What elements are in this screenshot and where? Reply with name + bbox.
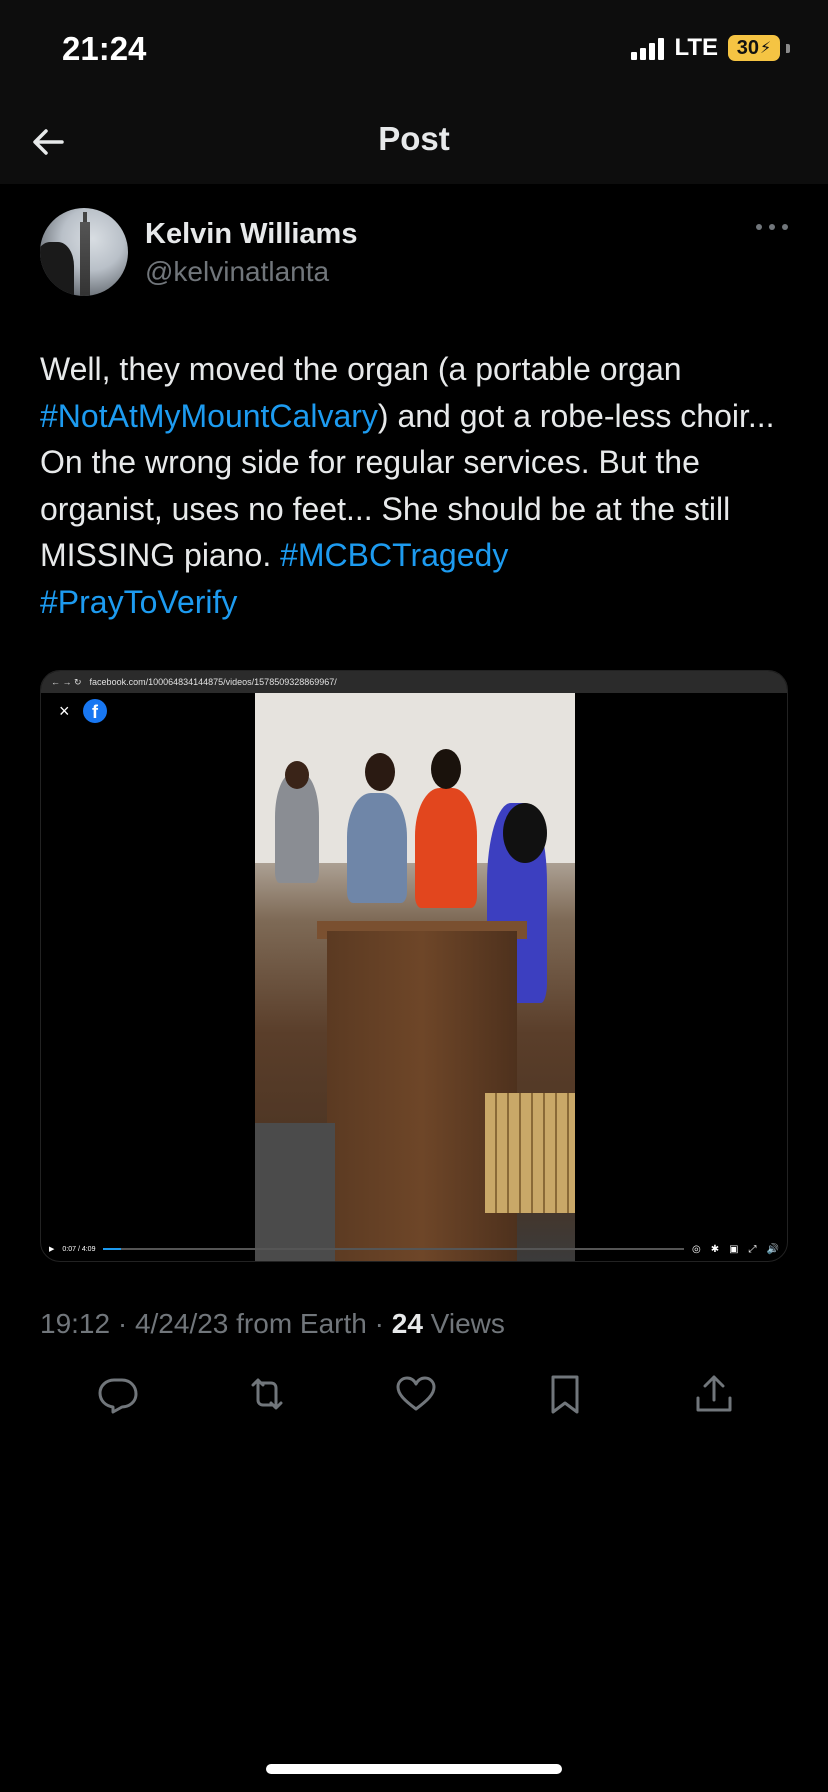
battery-tip (786, 43, 790, 53)
reply-icon[interactable] (96, 1372, 140, 1416)
status-bar: 21:24 LTE 30 ⚡ (0, 0, 828, 100)
status-indicators: LTE 30 ⚡ (631, 34, 790, 62)
fullscreen-icon[interactable]: ⤢ (749, 1244, 757, 1255)
status-time: 21:24 (62, 30, 147, 67)
settings-gear-icon[interactable]: ✱ (711, 1244, 719, 1255)
bookmark-icon[interactable] (543, 1372, 587, 1416)
hashtag-link[interactable]: #NotAtMyMountCalvary (40, 398, 378, 434)
author-handle[interactable]: @kelvinatlanta (145, 256, 329, 288)
home-indicator[interactable] (266, 1764, 562, 1774)
page-title: Post (378, 120, 450, 157)
nav-bar: Post (0, 100, 828, 184)
post-text: Well, they moved the organ (a portable o… (40, 346, 800, 625)
battery-icon: 30 ⚡ (728, 35, 780, 61)
close-icon: × (59, 701, 70, 721)
video-controls[interactable]: ▶ 0:07 / 4:09 ◎ ✱ ▣ ⤢ 🔊 (41, 1237, 787, 1261)
views-label: Views (422, 1308, 505, 1339)
post-text-segment: Well, they moved the organ (a portable o… (40, 351, 682, 387)
captions-icon[interactable]: ◎ (692, 1244, 701, 1255)
like-icon[interactable] (394, 1372, 438, 1416)
video-frame (255, 693, 575, 1261)
more-options-icon[interactable] (754, 220, 790, 232)
views-count: 24 (391, 1308, 423, 1339)
post-media-video[interactable]: ← → ↻ facebook.com/100064834144875/video… (40, 670, 788, 1262)
hashtag-link[interactable]: #MCBCTragedy (280, 537, 508, 573)
browser-bar: ← → ↻ facebook.com/100064834144875/video… (41, 671, 787, 693)
facebook-logo-icon: f (83, 699, 107, 723)
repost-icon[interactable] (245, 1372, 289, 1416)
post-timestamp[interactable]: 19:12 · 4/24/23 from Earth · (40, 1308, 392, 1339)
video-progress-bar[interactable] (103, 1248, 684, 1250)
battery-level: 30 (736, 36, 759, 59)
browser-url: facebook.com/100064834144875/videos/1578… (89, 677, 337, 687)
play-icon[interactable]: ▶ (49, 1245, 54, 1253)
pip-icon[interactable]: ▣ (729, 1244, 738, 1255)
browser-nav-icons: ← → ↻ (51, 676, 82, 687)
post-actions (96, 1372, 736, 1416)
hashtag-link[interactable]: #PrayToVerify (40, 584, 237, 620)
avatar[interactable] (40, 208, 128, 296)
video-progress-fill (103, 1248, 121, 1250)
post-meta: 19:12 · 4/24/23 from Earth · 24 Views (40, 1308, 505, 1340)
volume-icon[interactable]: 🔊 (767, 1244, 779, 1255)
network-type: LTE (674, 34, 718, 61)
video-time: 0:07 / 4:09 (62, 1245, 96, 1253)
signal-icon (631, 36, 665, 60)
share-icon[interactable] (692, 1372, 736, 1416)
post-author: Kelvin Williams @kelvinatlanta (40, 208, 790, 300)
author-name[interactable]: Kelvin Williams (145, 218, 357, 251)
